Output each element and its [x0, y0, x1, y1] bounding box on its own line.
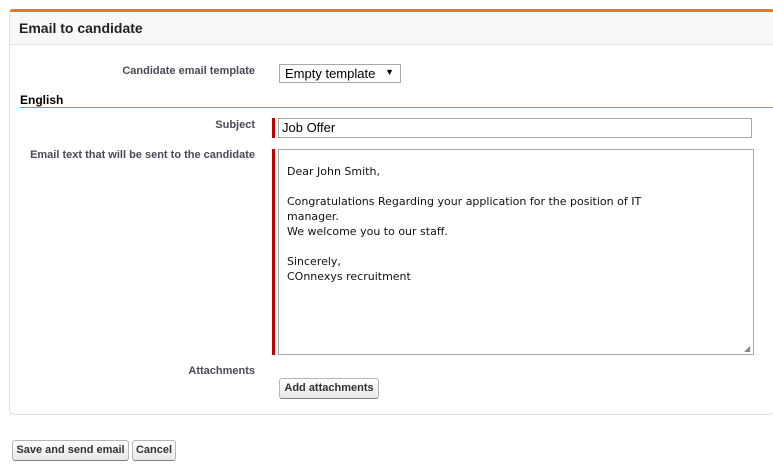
email-body-textarea[interactable]: Dear John Smith, Congratulations Regardi…	[278, 149, 754, 355]
section-title: English	[20, 93, 64, 107]
body-line: Sincerely,	[287, 255, 341, 268]
body-line	[287, 239, 745, 254]
body-line: Dear John Smith,	[287, 165, 380, 178]
attachments-label: Attachments	[188, 365, 255, 377]
cancel-button[interactable]: Cancel	[132, 440, 176, 461]
body-line: We welcome you to our staff.	[287, 225, 448, 238]
panel-header: Email to candidate	[10, 12, 773, 45]
save-and-send-button[interactable]: Save and send email	[12, 440, 129, 461]
email-panel: Email to candidate Candidate email templ…	[9, 9, 773, 415]
template-label: Candidate email template	[122, 65, 255, 77]
subject-label: Subject	[215, 119, 255, 131]
body-line: Congratulations Regarding your applicati…	[287, 195, 642, 208]
subject-input[interactable]: Job Offer	[278, 118, 752, 138]
body-line: COnnexys recruitment	[287, 270, 411, 283]
template-select[interactable]: Empty template ▼	[279, 64, 401, 83]
chevron-down-icon: ▼	[385, 67, 394, 77]
required-indicator	[272, 118, 275, 138]
template-select-value: Empty template	[285, 66, 376, 81]
required-indicator	[272, 149, 275, 355]
resize-handle-icon[interactable]: ◢	[744, 345, 752, 353]
body-line	[287, 179, 745, 194]
language-section-header: English	[20, 93, 773, 108]
body-line: manager.	[287, 210, 339, 223]
add-attachments-button[interactable]: Add attachments	[279, 378, 379, 399]
panel-title: Email to candidate	[19, 20, 143, 36]
email-body-label: Email text that will be sent to the cand…	[30, 149, 255, 161]
